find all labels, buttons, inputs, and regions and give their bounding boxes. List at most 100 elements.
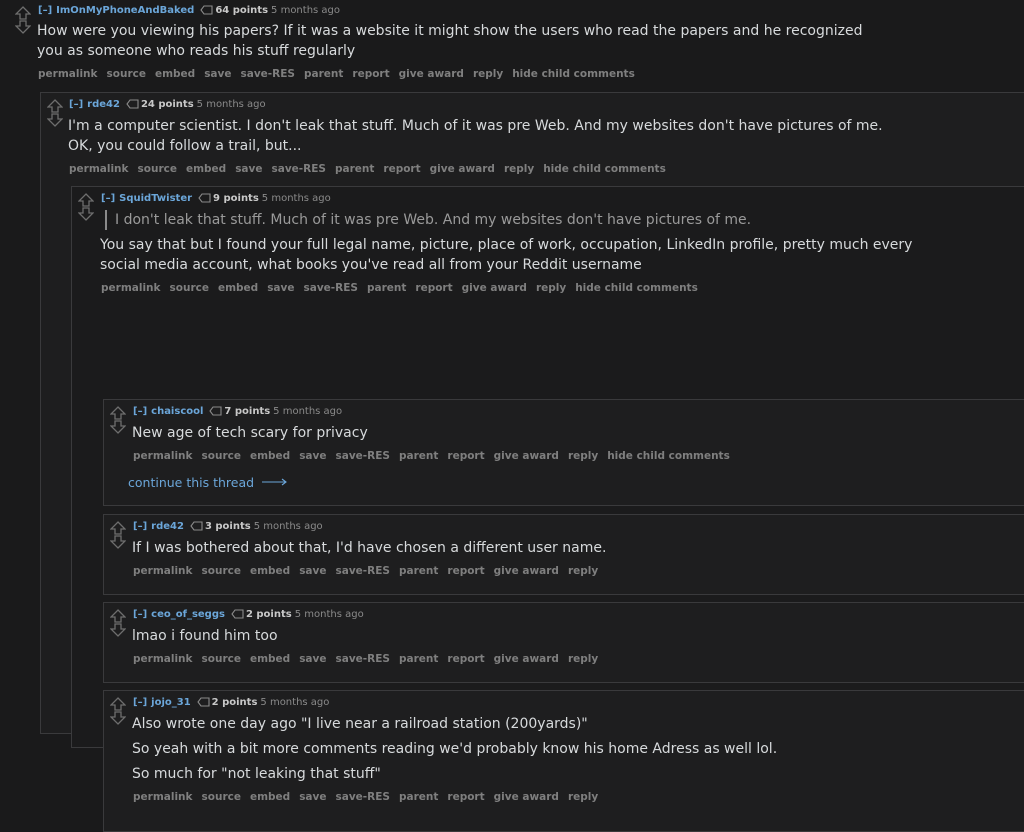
author-link[interactable]: jojo_31: [151, 697, 191, 708]
source-button[interactable]: source: [202, 653, 241, 665]
permalink-button[interactable]: permalink: [133, 565, 193, 577]
give-award-button[interactable]: give award: [494, 653, 559, 665]
embed-button[interactable]: embed: [218, 282, 258, 294]
continue-thread-link[interactable]: continue this thread: [128, 474, 288, 490]
permalink-button[interactable]: permalink: [133, 450, 193, 462]
parent-button[interactable]: parent: [304, 68, 343, 80]
reply-button[interactable]: reply: [568, 791, 598, 803]
downvote-arrow-icon[interactable]: [15, 20, 31, 34]
give-award-button[interactable]: give award: [494, 450, 559, 462]
save-res-button[interactable]: save-RES: [336, 791, 390, 803]
save-button[interactable]: save: [267, 282, 294, 294]
downvote-arrow-icon[interactable]: [110, 535, 126, 549]
save-button[interactable]: save: [299, 565, 326, 577]
permalink-button[interactable]: permalink: [69, 163, 129, 175]
collapse-toggle[interactable]: [–]: [101, 193, 115, 204]
embed-button[interactable]: embed: [250, 565, 290, 577]
embed-button[interactable]: embed: [186, 163, 226, 175]
author-link[interactable]: chaiscool: [151, 406, 203, 417]
reply-button[interactable]: reply: [536, 282, 566, 294]
source-button[interactable]: source: [170, 282, 209, 294]
collapse-toggle[interactable]: [–]: [133, 521, 147, 532]
score: 3 points: [204, 521, 251, 532]
reply-button[interactable]: reply: [568, 653, 598, 665]
collapse-toggle[interactable]: [–]: [38, 5, 52, 16]
permalink-button[interactable]: permalink: [133, 653, 193, 665]
save-res-button[interactable]: save-RES: [272, 163, 326, 175]
collapse-toggle[interactable]: [–]: [133, 697, 147, 708]
save-res-button[interactable]: save-RES: [336, 653, 390, 665]
give-award-button[interactable]: give award: [430, 163, 495, 175]
parent-button[interactable]: parent: [335, 163, 374, 175]
embed-button[interactable]: embed: [155, 68, 195, 80]
hide-child-comments-button[interactable]: hide child comments: [512, 68, 635, 80]
source-button[interactable]: source: [202, 450, 241, 462]
reply-button[interactable]: reply: [504, 163, 534, 175]
embed-button[interactable]: embed: [250, 653, 290, 665]
save-res-button[interactable]: save-RES: [241, 68, 295, 80]
upvote-arrow-icon[interactable]: [15, 6, 31, 20]
permalink-button[interactable]: permalink: [38, 68, 98, 80]
save-button[interactable]: save: [235, 163, 262, 175]
author-link[interactable]: rde42: [87, 99, 120, 110]
upvote-arrow-icon[interactable]: [110, 406, 126, 420]
downvote-arrow-icon[interactable]: [110, 623, 126, 637]
parent-button[interactable]: parent: [367, 282, 406, 294]
parent-button[interactable]: parent: [399, 791, 438, 803]
save-button[interactable]: save: [204, 68, 231, 80]
collapse-toggle[interactable]: [–]: [133, 406, 147, 417]
comment-buttons: permalink source embed save save-RES parent re…: [38, 67, 644, 81]
permalink-button[interactable]: permalink: [133, 791, 193, 803]
source-button[interactable]: source: [138, 163, 177, 175]
author-link[interactable]: ceo_of_seggs: [151, 609, 225, 620]
save-button[interactable]: save: [299, 791, 326, 803]
save-button[interactable]: save: [299, 653, 326, 665]
report-button[interactable]: report: [447, 791, 484, 803]
vote-arrows: [15, 6, 31, 34]
downvote-arrow-icon[interactable]: [110, 420, 126, 434]
report-button[interactable]: report: [447, 653, 484, 665]
embed-button[interactable]: embed: [250, 450, 290, 462]
save-res-button[interactable]: save-RES: [336, 565, 390, 577]
reply-button[interactable]: reply: [568, 450, 598, 462]
upvote-arrow-icon[interactable]: [110, 697, 126, 711]
author-link[interactable]: ImOnMyPhoneAndBaked: [56, 5, 194, 16]
parent-button[interactable]: parent: [399, 653, 438, 665]
parent-button[interactable]: parent: [399, 565, 438, 577]
upvote-arrow-icon[interactable]: [110, 609, 126, 623]
report-button[interactable]: report: [415, 282, 452, 294]
save-res-button[interactable]: save-RES: [336, 450, 390, 462]
hide-child-comments-button[interactable]: hide child comments: [543, 163, 666, 175]
save-res-button[interactable]: save-RES: [304, 282, 358, 294]
source-button[interactable]: source: [107, 68, 146, 80]
downvote-arrow-icon[interactable]: [47, 113, 63, 127]
give-award-button[interactable]: give award: [399, 68, 464, 80]
upvote-arrow-icon[interactable]: [78, 193, 94, 207]
reply-button[interactable]: reply: [568, 565, 598, 577]
upvote-arrow-icon[interactable]: [47, 99, 63, 113]
author-link[interactable]: rde42: [151, 521, 184, 532]
hide-child-comments-button[interactable]: hide child comments: [607, 450, 730, 462]
upvote-arrow-icon[interactable]: [110, 521, 126, 535]
give-award-button[interactable]: give award: [494, 565, 559, 577]
report-button[interactable]: report: [447, 450, 484, 462]
embed-button[interactable]: embed: [250, 791, 290, 803]
author-link[interactable]: SquidTwister: [119, 193, 192, 204]
permalink-button[interactable]: permalink: [101, 282, 161, 294]
downvote-arrow-icon[interactable]: [110, 711, 126, 725]
give-award-button[interactable]: give award: [462, 282, 527, 294]
hide-child-comments-button[interactable]: hide child comments: [575, 282, 698, 294]
save-button[interactable]: save: [299, 450, 326, 462]
source-button[interactable]: source: [202, 565, 241, 577]
downvote-arrow-icon[interactable]: [78, 207, 94, 221]
source-button[interactable]: source: [202, 791, 241, 803]
report-button[interactable]: report: [447, 565, 484, 577]
collapse-toggle[interactable]: [–]: [133, 609, 147, 620]
report-button[interactable]: report: [352, 68, 389, 80]
reply-button[interactable]: reply: [473, 68, 503, 80]
collapse-toggle[interactable]: [–]: [69, 99, 83, 110]
report-button[interactable]: report: [383, 163, 420, 175]
vote-arrows: [47, 99, 63, 127]
give-award-button[interactable]: give award: [494, 791, 559, 803]
parent-button[interactable]: parent: [399, 450, 438, 462]
